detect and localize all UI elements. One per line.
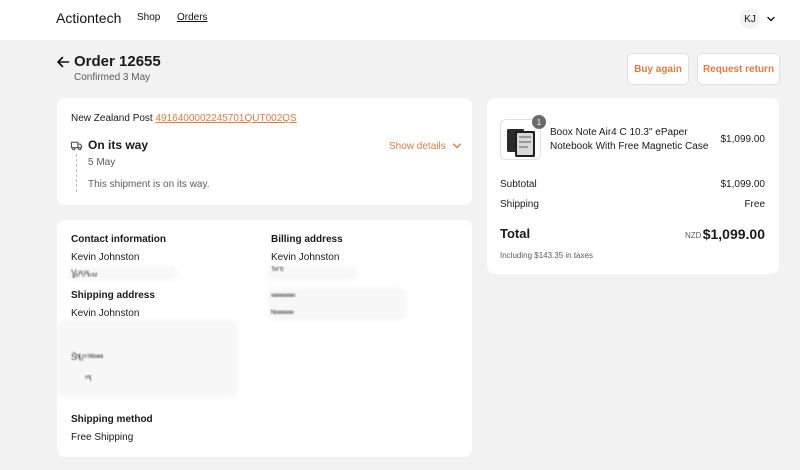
buy-again-button[interactable]: Buy again bbox=[627, 53, 689, 85]
shipping-method-heading: Shipping method bbox=[71, 414, 153, 425]
redacted-contact-text: Ɣᵢᵤʷᵤʷᵢᵤ ᵣᵤᵣ bbox=[71, 268, 98, 278]
shipment-date: 5 May bbox=[88, 157, 116, 168]
shipment-note: This shipment is on its way. bbox=[88, 179, 210, 190]
arrow-left-icon[interactable] bbox=[56, 55, 70, 69]
timeline-line bbox=[76, 154, 77, 192]
subtotal-label: Subtotal bbox=[500, 179, 537, 190]
carrier-name: New Zealand Post bbox=[71, 113, 153, 124]
contact-info-heading: Contact information bbox=[71, 234, 166, 245]
redacted-billing-text: ʷʷʷʷʷʷʷ bbox=[271, 291, 295, 301]
page-title: Order 12655 bbox=[74, 53, 161, 70]
redacted-billing-text: ᵀʷʹ ʹᵈ bbox=[271, 265, 284, 275]
shipment-card: New Zealand Post 4916400002245701QUT002Q… bbox=[57, 98, 472, 205]
shipping-name: Kevin Johnston bbox=[71, 308, 140, 319]
subtotal-value: $1,099.00 bbox=[720, 179, 766, 190]
account-menu-button[interactable]: KJ bbox=[740, 9, 780, 29]
order-summary-card: 1 Boox Note Air4 C 10.3" ePaper Notebook… bbox=[487, 98, 779, 274]
shipping-value: Free bbox=[744, 199, 765, 210]
nav-orders-link[interactable]: Orders bbox=[177, 12, 208, 23]
chevron-down-icon bbox=[452, 143, 461, 149]
quantity-badge: 1 bbox=[532, 115, 546, 129]
shipping-method-value: Free Shipping bbox=[71, 432, 134, 443]
chevron-down-icon bbox=[767, 16, 775, 22]
redacted-shipping-text: ᵐᵗᵢ bbox=[85, 373, 91, 383]
order-confirmed-date: Confirmed 3 May bbox=[74, 72, 151, 83]
brand-logo[interactable]: Actiontech bbox=[56, 10, 121, 26]
contact-name: Kevin Johnston bbox=[71, 252, 140, 263]
redacted-shipping-text: Ŝʰᵢˡˡᵤᵐ ᵂᵒʷʷᵗ bbox=[71, 352, 103, 362]
billing-name: Kevin Johnston bbox=[271, 252, 340, 263]
top-navigation-bar: Actiontech Shop Orders KJ bbox=[0, 0, 800, 40]
truck-icon bbox=[70, 141, 83, 151]
product-name: Boox Note Air4 C 10.3" ePaper Notebook W… bbox=[550, 127, 709, 152]
shipment-status: On its way bbox=[88, 138, 149, 152]
show-details-label: Show details bbox=[389, 140, 446, 152]
currency-code: NZD bbox=[685, 231, 702, 240]
total-label: Total bbox=[500, 226, 531, 241]
nav-shop-link[interactable]: Shop bbox=[137, 12, 160, 23]
request-return-button[interactable]: Request return bbox=[697, 53, 780, 85]
billing-address-heading: Billing address bbox=[271, 234, 343, 245]
total-value: $1,099.00 bbox=[702, 226, 765, 242]
tracking-number-link[interactable]: 4916400002245701QUT002QS bbox=[156, 113, 297, 124]
product-price: $1,099.00 bbox=[720, 134, 766, 145]
avatar: KJ bbox=[740, 9, 760, 29]
redacted-billing-text: ᴺᵒʷʷʷʷʷ bbox=[271, 308, 294, 318]
show-details-toggle[interactable]: Show details bbox=[389, 140, 463, 152]
customer-info-card: Contact information Kevin Johnston Ɣᵢᵤʷᵤ… bbox=[57, 220, 472, 457]
taxes-note: Including $143.35 in taxes bbox=[500, 251, 593, 260]
shipping-address-heading: Shipping address bbox=[71, 290, 155, 301]
shipment-carrier: New Zealand Post 4916400002245701QUT002Q… bbox=[71, 113, 297, 124]
shipping-label: Shipping bbox=[500, 199, 539, 210]
